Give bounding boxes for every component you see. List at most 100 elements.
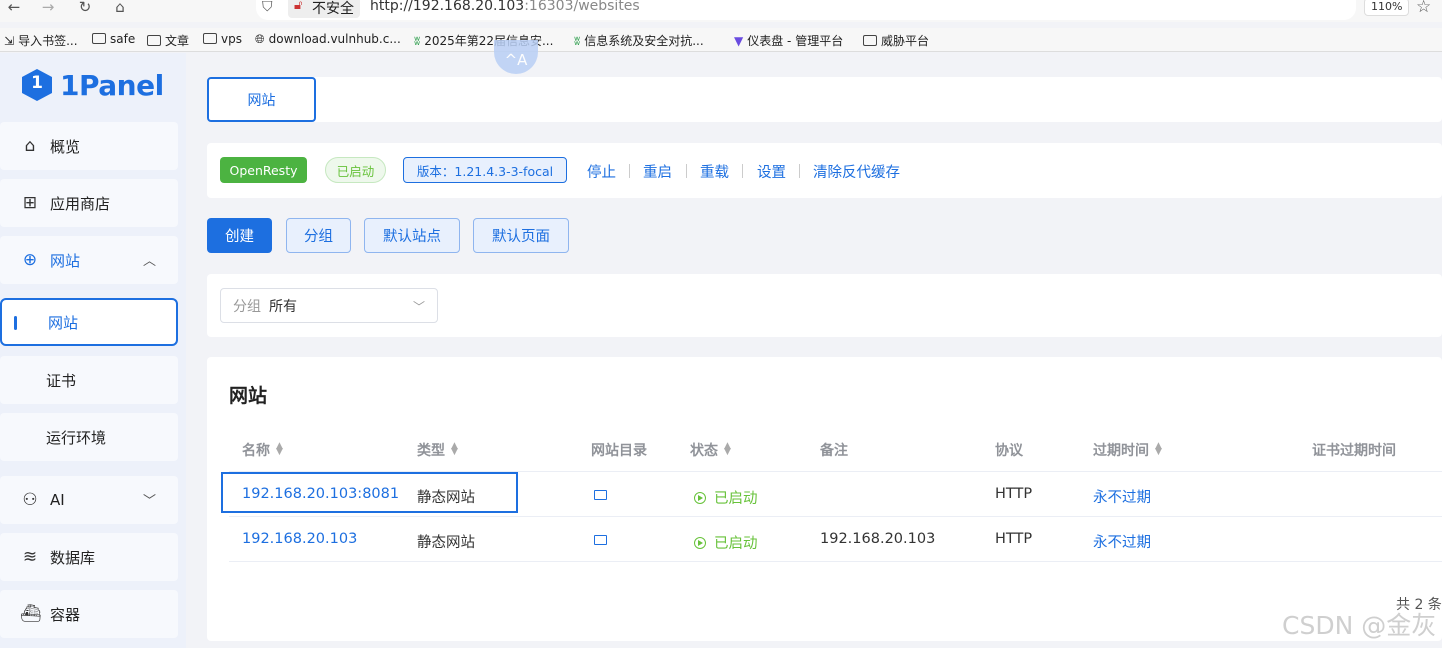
sidebar-subitem-websites[interactable]: 网站: [0, 298, 178, 346]
sidebar-item-ai[interactable]: ⚇ AI ﹀: [0, 476, 178, 524]
bookmark-dashboard[interactable]: ▼ 仪表盘 - 管理平台: [734, 32, 843, 49]
sidebar-item-database[interactable]: ≋ 数据库: [0, 533, 178, 581]
sort-icon[interactable]: ▲ ▼: [1155, 442, 1162, 457]
security-indicator[interactable]: 🔓︎ 不安全: [288, 0, 360, 18]
folder-icon: [203, 33, 217, 44]
divider: [686, 164, 687, 178]
docker-icon: ⛴: [20, 604, 42, 624]
site-expire-link[interactable]: 永不过期: [1093, 486, 1151, 507]
apps-grid-icon: ⊞: [22, 193, 38, 213]
restart-link[interactable]: 重启: [643, 161, 672, 182]
stop-link[interactable]: 停止: [587, 161, 616, 182]
site-remark: 192.168.20.103: [820, 531, 936, 547]
version-badge: 版本：1.21.4.3-3-focal: [403, 157, 567, 183]
bookmark-safe[interactable]: safe: [92, 32, 135, 46]
site-protocol: HTTP: [995, 486, 1033, 502]
site-icon: ʬ: [574, 34, 581, 48]
table-title: 网站: [229, 385, 268, 407]
bookmark-threat[interactable]: 威胁平台: [863, 32, 929, 49]
watermark: CSDN @金灰: [1282, 611, 1437, 640]
column-header-protocol: 协议: [995, 443, 1023, 459]
divider: [799, 164, 800, 178]
group-filter-select[interactable]: 分组 所有 ﹀: [220, 288, 438, 323]
import-icon: ⇲: [4, 34, 15, 48]
row-divider: [229, 561, 1442, 562]
site-type: 静态网站: [417, 490, 475, 506]
chevron-up-icon: ︿: [142, 254, 156, 269]
chevron-down-icon: ﹀: [412, 300, 425, 314]
shield-icon[interactable]: ⛉: [262, 0, 273, 15]
divider: [629, 164, 630, 178]
home-icon[interactable]: ⌂: [112, 0, 128, 15]
site-icon: ʬ: [414, 34, 421, 48]
sidebar: 1Panel ⌂概览 ⊞应用商店 ⊕网站︿ 网站 证书 运行环境 ⚇AI﹀ ≋数…: [0, 53, 186, 648]
v-logo-icon: ▼: [734, 34, 744, 48]
create-button[interactable]: 创建: [207, 218, 272, 253]
row-divider: [229, 516, 1442, 517]
home-icon: ⌂: [24, 136, 36, 156]
bookmark-import[interactable]: ⇲ 导入书签...: [4, 32, 78, 49]
site-directory-button[interactable]: [594, 533, 607, 549]
translate-float-button[interactable]: ^A: [494, 40, 538, 74]
1panel-logo-icon: [22, 69, 52, 101]
server-status-badge: 已启动: [325, 157, 386, 183]
sort-icon[interactable]: ▲ ▼: [451, 442, 458, 457]
folder-icon: [92, 33, 106, 44]
robot-icon: ⚇: [22, 490, 38, 510]
star-icon[interactable]: ☆: [1416, 0, 1431, 17]
reload-link[interactable]: 重载: [700, 161, 729, 182]
globe-icon: ⊕: [22, 250, 38, 270]
sidebar-item-overview[interactable]: ⌂ 概览: [0, 122, 178, 170]
sidebar-item-app-store[interactable]: ⊞ 应用商店: [0, 179, 178, 227]
sort-icon[interactable]: ▲ ▼: [724, 442, 731, 457]
group-button[interactable]: 分组: [286, 218, 351, 253]
site-name-link[interactable]: 192.168.20.103: [242, 531, 357, 547]
default-site-button[interactable]: 默认站点: [364, 218, 460, 253]
sort-icon[interactable]: ▲ ▼: [276, 442, 283, 457]
back-icon[interactable]: ←: [6, 0, 22, 15]
logo[interactable]: 1Panel: [22, 67, 164, 103]
column-header-status[interactable]: 状态 ▲ ▼: [690, 440, 731, 460]
browser-toolbar: ← → ↻ ⌂ ⛉ 🔓︎ 不安全 http://192.168.20.103:16…: [0, 0, 1442, 22]
site-protocol: HTTP: [995, 531, 1033, 547]
reload-icon[interactable]: ↻: [77, 0, 93, 15]
default-page-button[interactable]: 默认页面: [473, 218, 569, 253]
sidebar-item-websites[interactable]: ⊕ 网站 ︿: [0, 236, 178, 284]
column-header-remark: 备注: [820, 443, 848, 459]
tab-websites[interactable]: 网站: [207, 77, 316, 122]
tab-bar: [207, 77, 1442, 122]
column-header-type[interactable]: 类型 ▲ ▼: [417, 440, 458, 460]
bookmark-articles[interactable]: 文章: [147, 32, 189, 49]
settings-link[interactable]: 设置: [757, 161, 786, 182]
site-name-link[interactable]: 192.168.20.103:8081: [242, 486, 399, 502]
column-header-name[interactable]: 名称 ▲ ▼: [242, 440, 283, 460]
site-status[interactable]: 已启动: [694, 487, 758, 508]
folder-icon: [594, 535, 607, 545]
bookmark-vps[interactable]: vps: [203, 32, 242, 46]
sidebar-subitem-certificates[interactable]: 证书: [0, 356, 178, 404]
url-text[interactable]: http://192.168.20.103:16303/websites: [370, 0, 640, 14]
zoom-badge[interactable]: 110%: [1364, 0, 1410, 16]
bookmark-vulnhub[interactable]: 🌐︎ download.vulnhub.c...: [255, 32, 401, 47]
forward-icon[interactable]: →: [40, 0, 56, 15]
clear-proxy-cache-link[interactable]: 清除反代缓存: [813, 161, 900, 182]
site-status[interactable]: 已启动: [694, 532, 758, 553]
chevron-down-icon: ﹀: [142, 494, 156, 509]
openresty-badge: OpenResty: [220, 157, 307, 183]
site-expire-link[interactable]: 永不过期: [1093, 531, 1151, 552]
folder-icon: [594, 490, 607, 500]
column-header-expire[interactable]: 过期时间 ▲ ▼: [1093, 440, 1162, 460]
play-circle-icon: [694, 492, 706, 504]
globe-icon: 🌐︎: [255, 32, 265, 46]
folder-icon: [863, 35, 877, 46]
sidebar-subitem-runtime[interactable]: 运行环境: [0, 413, 178, 461]
database-icon: ≋: [22, 547, 38, 567]
folder-icon: [147, 35, 161, 46]
site-type: 静态网站: [417, 535, 475, 551]
divider: [742, 164, 743, 178]
column-header-directory: 网站目录: [591, 443, 647, 459]
insecure-lock-icon: 🔓︎: [294, 0, 303, 13]
site-directory-button[interactable]: [594, 488, 607, 504]
sidebar-item-containers[interactable]: ⛴ 容器: [0, 590, 178, 638]
bookmark-infosys[interactable]: ʬ 信息系统及安全对抗...: [574, 32, 704, 49]
